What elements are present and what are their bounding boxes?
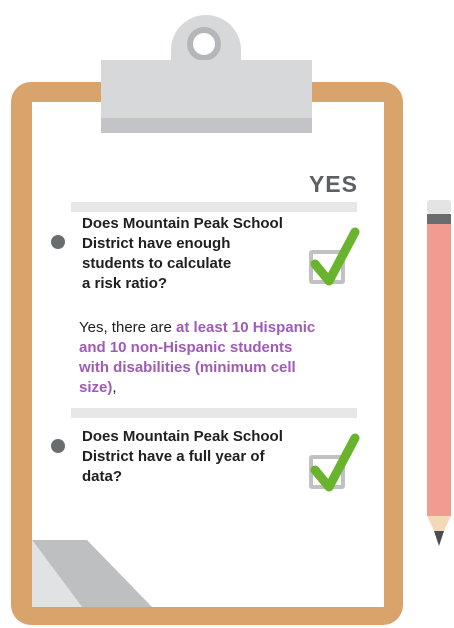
bullet-icon [51, 235, 65, 249]
divider-bar [71, 408, 357, 418]
divider-bar [71, 202, 357, 212]
answer-1-suffix: , [112, 379, 117, 396]
clip-bottom [101, 118, 312, 133]
question-1-line: Does Mountain Peak School [82, 215, 283, 232]
question-2-line: District have a full year of [82, 448, 265, 465]
answer-1: Yes, there are at least 10 Hispanic and … [79, 318, 319, 398]
question-1-line: a risk ratio? [82, 275, 168, 292]
checkmark-icon [310, 433, 360, 492]
page-curl [32, 540, 152, 607]
bullet-icon [51, 439, 65, 453]
clip-hole [187, 27, 221, 61]
question-2-line: data? [82, 468, 123, 485]
question-1-line: students to calculate [82, 255, 232, 272]
clip-body [101, 60, 312, 118]
question-1-line: District have enough [82, 235, 231, 252]
pencil-icon [427, 200, 451, 546]
answer-1-prefix: Yes, there are [79, 319, 177, 336]
question-1: Does Mountain Peak School District have … [82, 214, 312, 294]
question-2: Does Mountain Peak School District have … [82, 427, 312, 487]
yes-column-header: YES [308, 171, 358, 197]
checkmark-icon [310, 227, 360, 286]
question-2-line: Does Mountain Peak School [82, 428, 283, 445]
